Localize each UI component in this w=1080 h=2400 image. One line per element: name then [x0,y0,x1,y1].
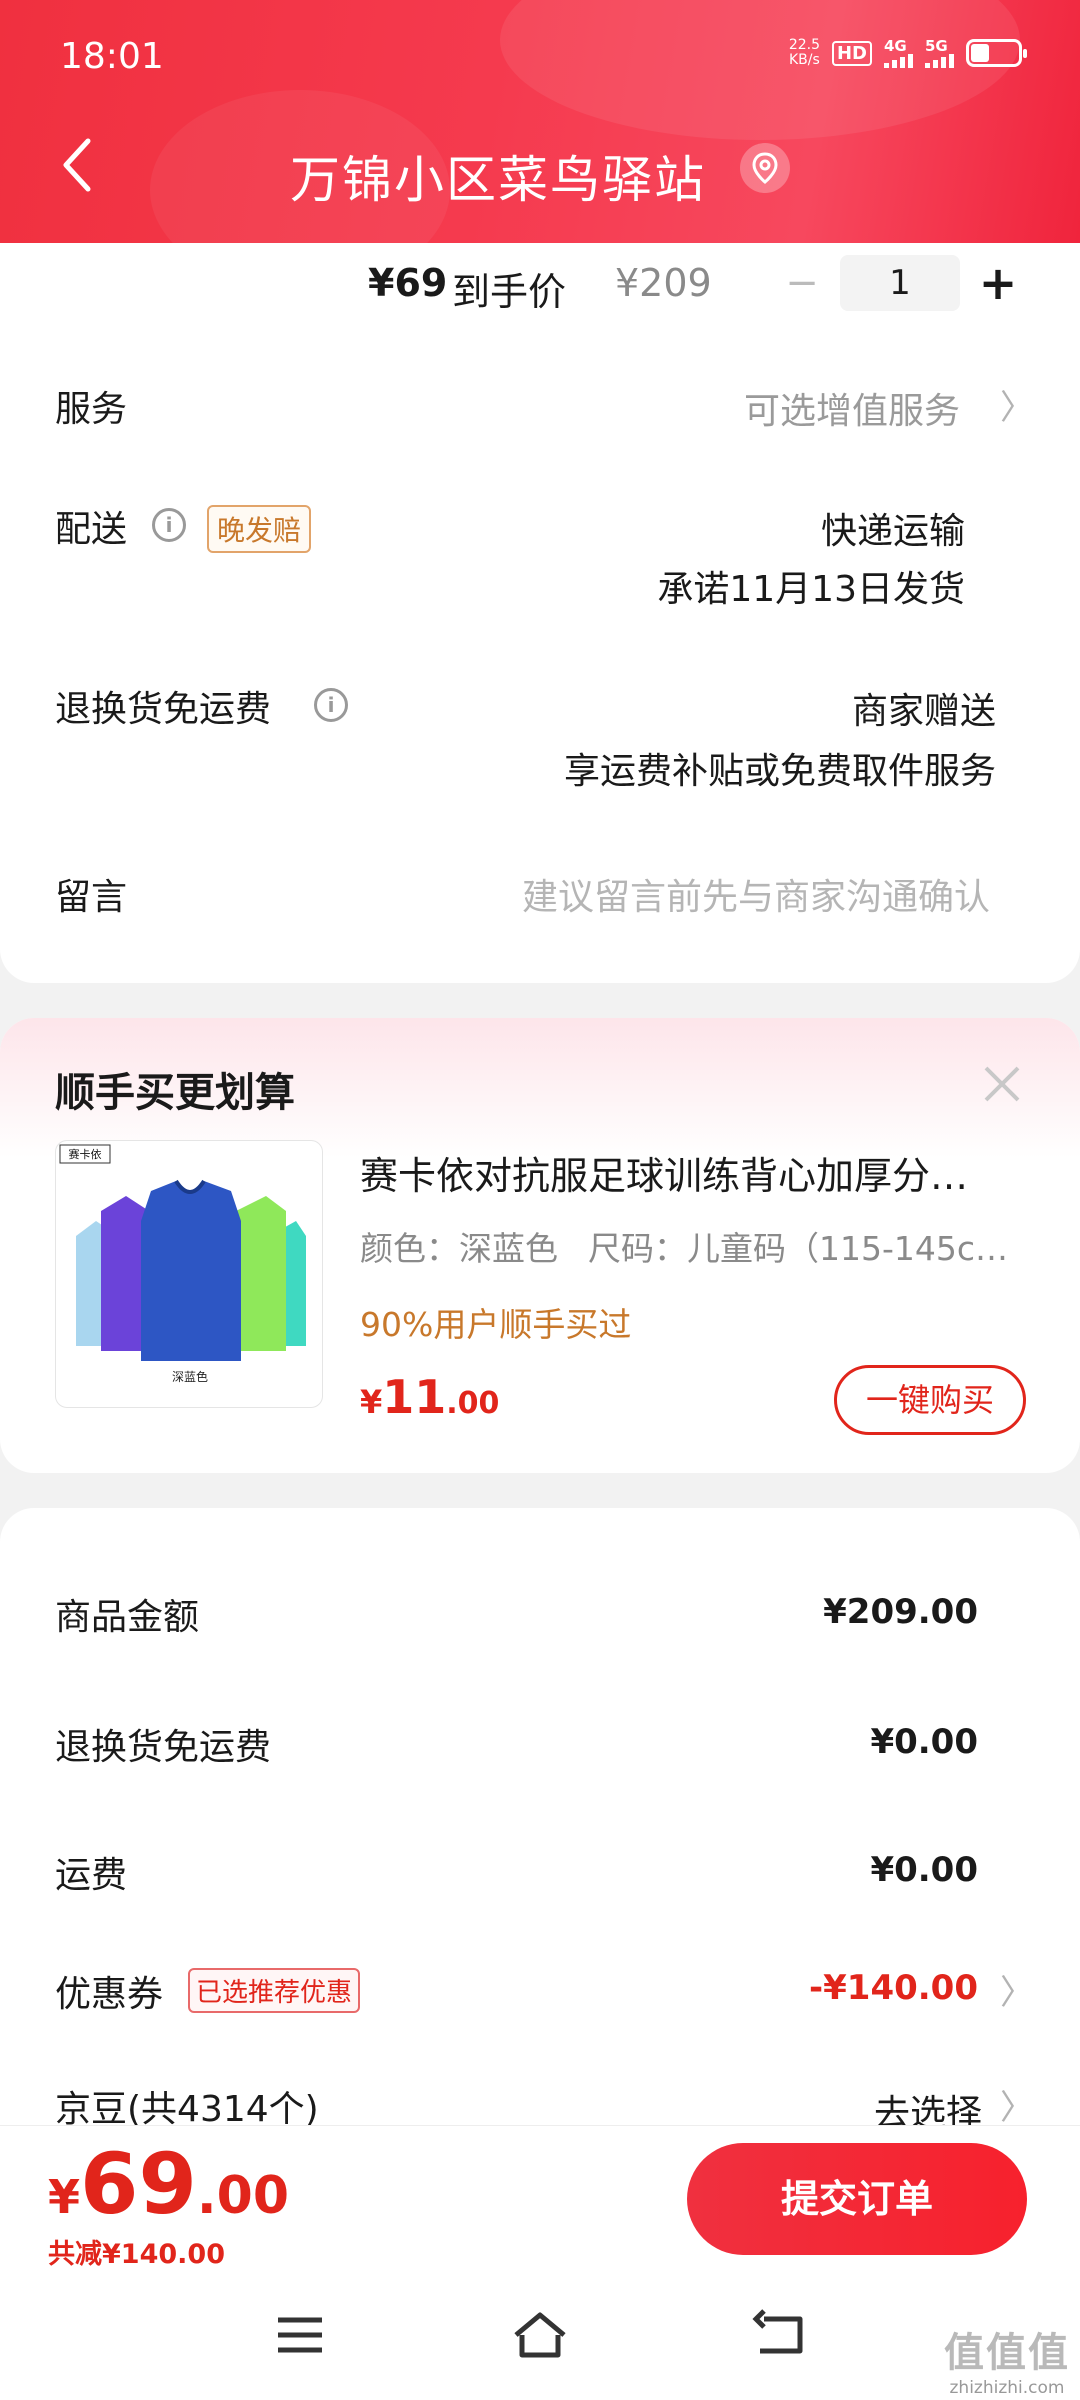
quantity-input[interactable]: 1 [840,255,960,311]
delivery-promise: 承诺11月13日发货 [657,569,965,610]
total-symbol: ¥ [48,2170,81,2224]
total-dec: .00 [196,2166,290,2226]
info-icon[interactable]: i [152,508,186,542]
goods-amount: ¥209.00 [823,1592,978,1632]
signal-4g-icon: 4G [884,38,913,68]
recommend-title: 顺手买更划算 [55,1070,295,1116]
chevron-right-icon: 〉 [1000,388,1034,428]
status-icons: 22.5 KB/s HD 4G 5G [789,38,1027,68]
net-speed-unit: KB/s [789,52,820,68]
back-icon[interactable] [58,135,98,195]
service-value[interactable]: 可选增值服务 [744,382,960,434]
delivery-label: 配送 [55,509,128,550]
coupon-amount[interactable]: -¥140.00 [809,1968,978,2008]
header-decoration [500,0,1020,140]
quantity-increase-button[interactable]: + [976,255,1020,311]
submit-order-button[interactable]: 提交订单 [687,2143,1027,2255]
close-icon[interactable] [980,1062,1024,1106]
product-image-caption: 深蓝色 [172,1370,208,1384]
net-speed-value: 22.5 [788,37,820,53]
page-title: 万锦小区菜鸟驿站 [290,151,706,209]
product-price: ¥11.00 [360,1370,499,1424]
product-image-brand: 赛卡依 [69,1147,102,1161]
deal-price: ¥69 [368,261,448,305]
product-name[interactable]: 赛卡依对抗服足球训练背心加厚分组服儿童成人 [360,1145,1000,1200]
return-fee-label: 退换货免运费 [55,1727,272,1768]
battery-icon [966,39,1027,67]
info-icon[interactable]: i [314,688,348,722]
late-compensation-badge: 晚发赔 [207,505,312,553]
return-fee-amount: ¥0.00 [870,1722,978,1762]
sim2-label: 5G [925,37,948,55]
deal-price-label: 到手价 [452,270,567,314]
service-label: 服务 [55,389,128,430]
home-icon[interactable] [510,2305,570,2365]
watermark-site: zhizhizhi.com [949,2378,1065,2398]
product-image[interactable]: 赛卡依 深蓝色 [55,1140,323,1408]
watermark-brand: 值值值 [944,2330,1070,2376]
product-price-dec: .00 [446,1386,500,1421]
total-int: 69 [80,2135,197,2233]
product-price-symbol: ¥ [360,1383,383,1421]
product-color: 颜色：深蓝色 [360,1229,558,1268]
chevron-right-icon: 〉 [1000,2088,1034,2128]
location-pin-icon[interactable] [740,143,790,193]
one-click-buy-button[interactable]: 一键购买 [834,1365,1026,1435]
message-input[interactable]: 建议留言前先与商家沟通确认 [522,868,990,920]
return-shipping-desc: 享运费补贴或免费取件服务 [563,751,996,792]
shipping-amount: ¥0.00 [870,1850,978,1890]
original-price: ¥209 [615,261,712,305]
total-discount: 共减¥140.00 [48,2239,225,2270]
return-shipping-label: 退换货免运费 [55,689,272,730]
menu-icon[interactable] [270,2305,330,2365]
product-spec: 颜色：深蓝色 尺码：儿童码（115-145cm） [360,1222,1040,1270]
hd-icon: HD [831,40,872,66]
signal-5g-icon: 5G [925,38,954,68]
total-price: ¥69.00 [48,2135,289,2233]
goods-amount-label: 商品金额 [55,1597,200,1638]
quantity-decrease-button[interactable]: − [780,255,824,311]
message-label: 留言 [55,877,128,918]
price-row: ¥69 到手价 ¥209 − 1 + [0,255,1080,315]
product-size: 尺码：儿童码（115-145cm） [588,1229,1040,1268]
back-nav-icon[interactable] [750,2305,810,2365]
coupon-recommended-badge: 已选推荐优惠 [188,1968,361,2013]
chevron-right-icon: 〉 [1000,1973,1034,2013]
watermark: 值值值 zhizhizhi.com [944,2320,1070,2398]
status-time: 18:01 [60,36,164,77]
delivery-method[interactable]: 快递运输 [821,502,965,554]
sim1-label: 4G [884,37,907,55]
coupon-label: 优惠券 [55,1974,164,2015]
product-price-int: 11 [382,1370,447,1424]
return-shipping-value: 商家赠送 [851,691,996,732]
product-buyers: 90%用户顺手买过 [360,1305,632,1344]
shipping-label: 运费 [55,1855,128,1896]
net-speed: 22.5 KB/s [789,38,820,68]
